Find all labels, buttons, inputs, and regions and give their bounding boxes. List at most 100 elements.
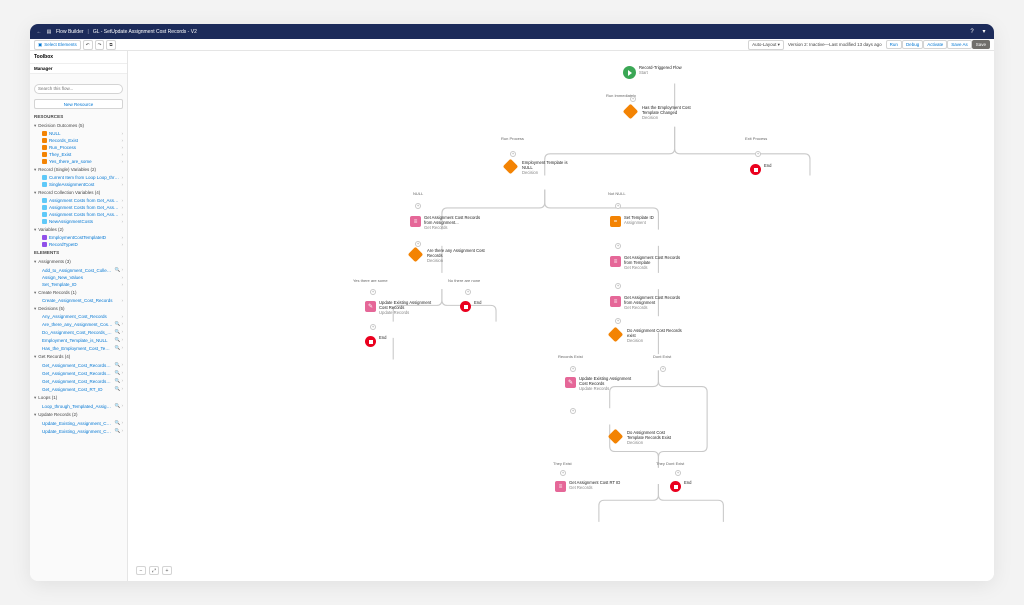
list-item[interactable]: Set_Template_ID› <box>30 281 127 288</box>
activate-button[interactable]: Activate <box>923 40 947 49</box>
assignment-node[interactable]: = Set Template IDAssignment <box>610 216 654 227</box>
list-item[interactable]: EmploymentCostTemplateID› <box>30 234 127 241</box>
select-elements-button[interactable]: ▣Select Elements <box>34 40 81 50</box>
list-item[interactable]: They_Exist› <box>30 151 127 158</box>
group-loops[interactable]: ▾Loops (1) <box>30 393 127 402</box>
add-element-button[interactable]: + <box>510 151 516 157</box>
debug-button[interactable]: Debug <box>902 40 923 49</box>
add-element-button[interactable]: + <box>630 96 636 102</box>
group-decisions[interactable]: ▾Decisions (5) <box>30 304 127 313</box>
list-item[interactable]: Add_to_Assignment_Cost_Collection🔍 › <box>30 266 127 274</box>
group-get-records[interactable]: ▾Get Records (4) <box>30 352 127 361</box>
list-item[interactable]: Get_Assignment_Cost_RT_ID🔍 › <box>30 385 127 393</box>
list-item[interactable]: Yes_there_are_some› <box>30 158 127 165</box>
decision-node[interactable]: Are there any Assignment Cost RecordsDec… <box>410 249 487 263</box>
add-element-button[interactable]: + <box>465 289 471 295</box>
flow-canvas[interactable]: Record-Triggered FlowStart Run Immediate… <box>128 51 994 581</box>
end-node[interactable]: End <box>670 481 691 492</box>
group-variables[interactable]: ▾Variables (2) <box>30 225 127 234</box>
add-element-button[interactable]: + <box>615 243 621 249</box>
new-resource-button[interactable]: New Resource <box>34 99 123 109</box>
list-item[interactable]: Assignment Costs from Get_Assign...› <box>30 204 127 211</box>
add-element-button[interactable]: + <box>415 241 421 247</box>
back-icon[interactable]: ← <box>36 29 42 35</box>
auto-layout-select[interactable]: Auto-Layout ▾ <box>748 40 784 50</box>
start-node[interactable]: Record-Triggered FlowStart <box>623 66 682 79</box>
list-item[interactable]: Records_Exist› <box>30 137 127 144</box>
group-decision-outcomes[interactable]: ▾Decision Outcomes (5) <box>30 121 127 130</box>
list-item[interactable]: Employment_Template_is_NULL🔍 › <box>30 336 127 344</box>
decision-node[interactable]: Do Assignment Cost Records existDecision <box>610 329 687 343</box>
add-element-button[interactable]: + <box>560 470 566 476</box>
add-element-button[interactable]: + <box>370 324 376 330</box>
add-element-button[interactable]: + <box>755 151 761 157</box>
data-icon: ≡ <box>555 481 566 492</box>
add-element-button[interactable]: + <box>570 366 576 372</box>
list-item[interactable]: Create_Assignment_Cost_Records› <box>30 297 127 304</box>
list-item[interactable]: Update_Existing_Assignment_Cost...🔍 › <box>30 419 127 427</box>
zoom-in-button[interactable]: + <box>162 566 172 575</box>
add-element-button[interactable]: + <box>615 203 621 209</box>
data-icon: ✎ <box>365 301 376 312</box>
add-element-button[interactable]: + <box>615 283 621 289</box>
copy-button[interactable]: ⧉ <box>106 40 115 50</box>
list-item[interactable]: Assignment Costs from Get_Assign...› <box>30 211 127 218</box>
redo-button[interactable]: ↷ <box>95 40 105 50</box>
list-item[interactable]: NULL› <box>30 130 127 137</box>
list-item[interactable]: Update_Existing_Assignment_Cost...🔍 › <box>30 427 127 435</box>
add-element-button[interactable]: + <box>415 203 421 209</box>
add-element-button[interactable]: + <box>660 366 666 372</box>
zoom-out-button[interactable]: − <box>136 566 146 575</box>
add-element-button[interactable]: + <box>570 408 576 414</box>
list-item[interactable]: Assign_New_Values› <box>30 274 127 281</box>
list-item[interactable]: Do_Assignment_Cost_Records_exist🔍 › <box>30 328 127 336</box>
undo-button[interactable]: ↶ <box>83 40 93 50</box>
list-item[interactable]: Are_there_any_Assignment_Cost_R...🔍 › <box>30 320 127 328</box>
list-item[interactable]: Get_Assignment_Cost_Records_fr...🔍 › <box>30 361 127 369</box>
add-element-button[interactable]: + <box>370 289 376 295</box>
end-node[interactable]: End <box>365 336 386 347</box>
group-update-records[interactable]: ▾Update Records (2) <box>30 410 127 419</box>
decision-icon <box>408 247 424 263</box>
group-create-records[interactable]: ▾Create Records (1) <box>30 288 127 297</box>
update-records-node[interactable]: ✎ Update Existing Assignment Cost Record… <box>365 301 434 315</box>
search-input[interactable] <box>34 84 123 94</box>
get-records-node[interactable]: ≡ Get Assignment Cost RT IDGet Records <box>555 481 620 492</box>
list-item[interactable]: SingleAssignmentCost› <box>30 181 127 188</box>
add-element-button[interactable]: + <box>615 318 621 324</box>
run-button[interactable]: Run <box>886 40 902 49</box>
list-item[interactable]: Assignment Costs from Get_Assign...› <box>30 197 127 204</box>
list-item[interactable]: Any_Assignment_Cost_Records› <box>30 313 127 320</box>
group-assignments[interactable]: ▾Assignments (3) <box>30 257 127 266</box>
decision-node[interactable]: Employment Template is NULLDecision <box>505 161 577 175</box>
filter-icon[interactable]: ▤ <box>46 29 52 35</box>
list-item[interactable]: Run_Process› <box>30 144 127 151</box>
list-item[interactable]: NewAssignmentCosts› <box>30 218 127 225</box>
list-item[interactable]: Has_the_Employment_Cost_Templ...🔍 › <box>30 344 127 352</box>
get-records-node[interactable]: ≡ Get Assignment Cost Records from Assig… <box>410 216 484 230</box>
get-records-node[interactable]: ≡ Get Assignment Cost Records from Templ… <box>610 256 684 270</box>
decision-node[interactable]: Has the Employment Cost Template Changed… <box>625 106 702 120</box>
manager-tab[interactable]: Manager <box>30 64 127 74</box>
group-record-single[interactable]: ▾Record (Single) Variables (2) <box>30 165 127 174</box>
decision-icon <box>503 159 519 175</box>
help-icon[interactable]: ? <box>968 28 976 36</box>
save-as-button[interactable]: Save As <box>947 40 972 49</box>
list-item[interactable]: RecordTypeID› <box>30 241 127 248</box>
list-item[interactable]: Get_Assignment_Cost_Records_fr...🔍 › <box>30 377 127 385</box>
decision-node[interactable]: Do Assignment Cost Template Records Exis… <box>610 431 682 445</box>
list-item[interactable]: Loop_through_Templated_Assignm...🔍 › <box>30 402 127 410</box>
app-bar: ← ▤ Flow Builder | GL - SetUpdate Assign… <box>30 24 994 39</box>
add-element-button[interactable]: + <box>675 470 681 476</box>
list-item[interactable]: Current Item from Loop Loop_throug...› <box>30 174 127 181</box>
list-item[interactable]: Get_Assignment_Cost_Records_fr...🔍 › <box>30 369 127 377</box>
edge-label: No there are none <box>448 278 480 283</box>
save-button[interactable]: Save <box>972 40 990 49</box>
get-records-node[interactable]: ≡ Get Assignment Cost Records from Assig… <box>610 296 684 310</box>
end-node[interactable]: End <box>750 164 771 175</box>
zoom-fit-button[interactable]: ⤢ <box>149 566 159 575</box>
group-record-collection[interactable]: ▾Record Collection Variables (4) <box>30 188 127 197</box>
update-records-node[interactable]: ✎ Update Existing Assignment Cost Record… <box>565 377 634 391</box>
menu-icon[interactable]: ▾ <box>980 28 988 36</box>
end-node[interactable]: End <box>460 301 481 312</box>
